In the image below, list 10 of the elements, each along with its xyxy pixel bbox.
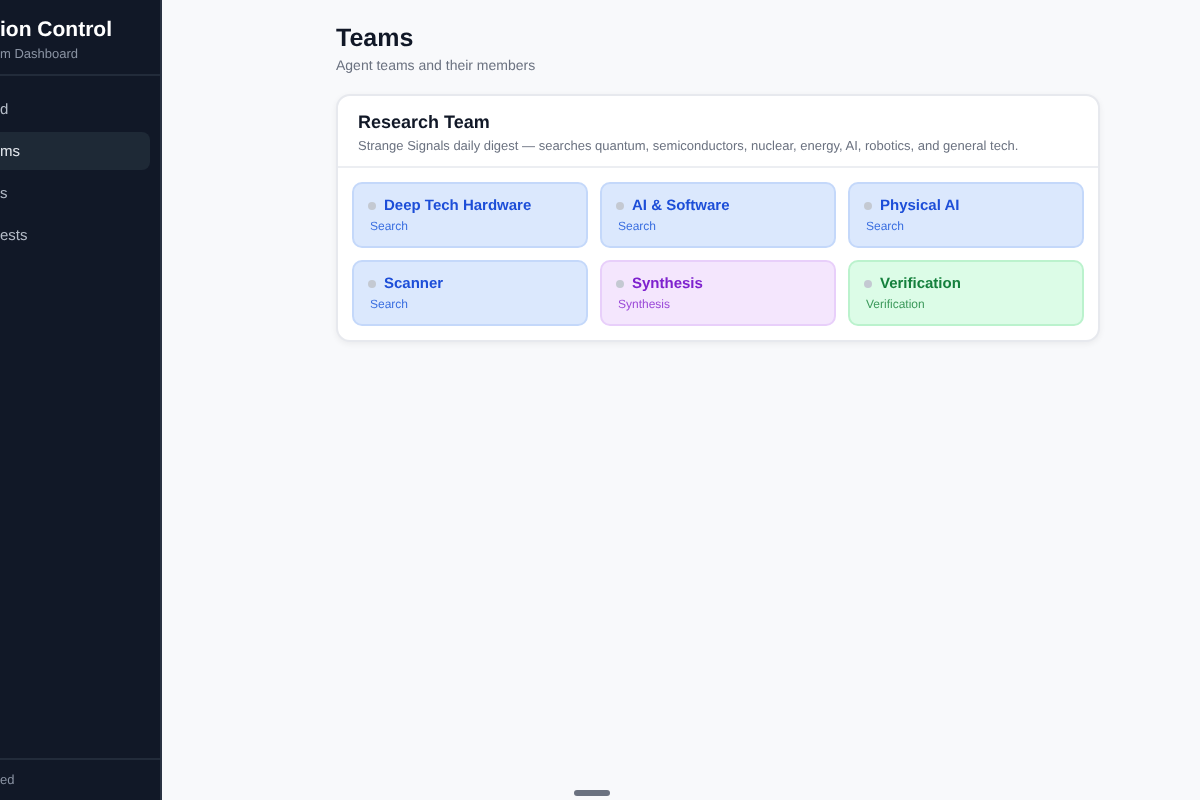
status-dot-icon xyxy=(616,279,624,287)
team-name: Research Team xyxy=(358,112,492,132)
status-dot-icon xyxy=(864,279,872,287)
status-dot-icon xyxy=(616,201,624,209)
app-title: ion Control xyxy=(0,18,114,42)
page-title: Teams xyxy=(336,24,416,52)
home-indicator xyxy=(574,790,610,796)
status-dot-icon xyxy=(368,279,376,287)
status-dot-icon xyxy=(864,201,872,209)
status-dot-icon xyxy=(368,201,376,209)
